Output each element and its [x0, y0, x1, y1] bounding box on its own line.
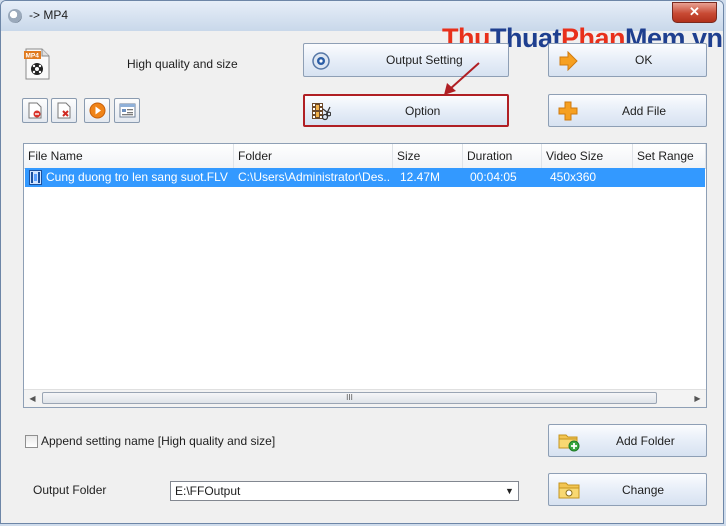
- add-folder-label: Add Folder: [616, 433, 675, 448]
- ok-label: OK: [635, 53, 653, 67]
- clear-list-button[interactable]: [51, 98, 77, 123]
- file-list[interactable]: File Name Folder Size Duration Video Siz…: [23, 143, 707, 408]
- output-setting-button[interactable]: Output Setting: [303, 43, 509, 77]
- chevron-down-icon[interactable]: ▼: [501, 482, 518, 500]
- clear-list-icon: [57, 102, 71, 119]
- mp4-video-icon: MP4: [24, 48, 50, 80]
- scroll-left-icon[interactable]: ◀: [24, 390, 41, 407]
- add-folder-button[interactable]: Add Folder: [548, 424, 707, 457]
- option-label: Option: [405, 103, 441, 118]
- folder-icon: [558, 482, 580, 499]
- horizontal-scrollbar[interactable]: ◀ III ▶: [24, 389, 706, 407]
- settings-gear-icon: [312, 52, 330, 70]
- column-header-file-name[interactable]: File Name: [24, 144, 234, 168]
- column-header-duration[interactable]: Duration: [463, 144, 542, 168]
- option-button[interactable]: Option: [303, 94, 509, 127]
- add-folder-icon: [558, 434, 580, 452]
- app-icon[interactable]: [8, 9, 22, 23]
- cell-video-size: 450x360: [550, 170, 597, 184]
- ok-button[interactable]: OK: [548, 43, 707, 77]
- media-info-button[interactable]: [114, 98, 140, 123]
- arrow-right-icon: [559, 51, 578, 71]
- add-file-button[interactable]: Add File: [548, 94, 707, 127]
- scroll-right-icon[interactable]: ▶: [689, 390, 706, 407]
- cell-set-range: [636, 168, 705, 187]
- video-file-icon: [29, 170, 42, 185]
- remove-file-icon: [28, 102, 42, 119]
- output-setting-label: Output Setting: [386, 53, 463, 67]
- column-header-set-range[interactable]: Set Range: [633, 144, 706, 168]
- change-button[interactable]: Change: [548, 473, 707, 506]
- change-label: Change: [622, 482, 665, 497]
- cell-file-name: Cung duong tro len sang suot.FLV: [46, 170, 228, 184]
- close-button[interactable]: ✕: [672, 2, 717, 23]
- output-folder-select[interactable]: E:\FFOutput ▼: [170, 481, 519, 501]
- column-header-folder[interactable]: Folder: [234, 144, 393, 168]
- main-window: -> MP4 ✕ ThuThuatPhanMem.vn MP4 High qua…: [0, 0, 724, 524]
- remove-file-button[interactable]: [22, 98, 48, 123]
- add-file-label: Add File: [622, 103, 667, 118]
- film-scissors-icon: [312, 103, 331, 121]
- file-list-header: File Name Folder Size Duration Video Siz…: [24, 144, 706, 169]
- svg-text:MP4: MP4: [26, 53, 40, 60]
- cell-size: 12.47M: [400, 170, 441, 184]
- scroll-thumb[interactable]: III: [42, 392, 657, 404]
- cell-duration: 00:04:05: [470, 170, 517, 184]
- append-setting-checkbox[interactable]: [25, 435, 38, 448]
- play-button[interactable]: [84, 98, 110, 123]
- cell-folder: C:\Users\Administrator\Des...: [238, 170, 389, 184]
- output-folder-label: Output Folder: [33, 483, 107, 497]
- column-header-video-size[interactable]: Video Size: [542, 144, 633, 168]
- output-folder-value: E:\FFOutput: [175, 484, 241, 498]
- plus-icon: [558, 101, 578, 121]
- append-setting-label[interactable]: Append setting name [High quality and si…: [41, 434, 275, 448]
- table-row[interactable]: Cung duong tro len sang suot.FLV C:\User…: [25, 168, 705, 187]
- window-title: -> MP4: [29, 8, 69, 22]
- media-info-icon: [119, 103, 136, 118]
- column-header-size[interactable]: Size: [393, 144, 463, 168]
- profile-quality-text: High quality and size: [127, 57, 238, 71]
- play-icon: [89, 102, 106, 119]
